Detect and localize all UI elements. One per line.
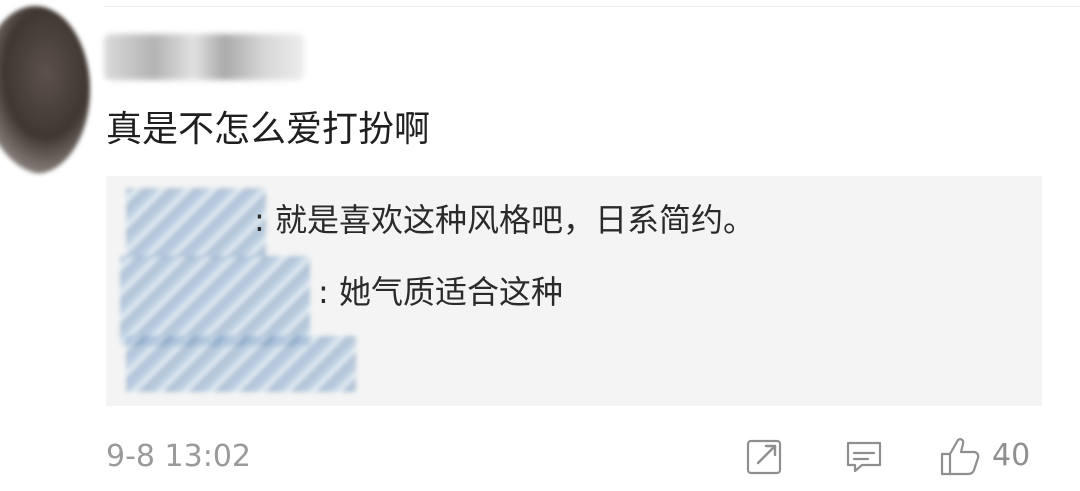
reply-text-1: : 就是喜欢这种风格吧，日系简约。 (254, 201, 755, 239)
timestamp: 9-8 13:02 (106, 439, 251, 474)
like-button[interactable]: 40 (936, 434, 1030, 478)
share-icon (746, 439, 782, 475)
reply-more-blurred (126, 336, 356, 392)
reply-author-blurred-1 (126, 188, 266, 258)
comment-icon (846, 441, 882, 473)
share-button[interactable] (744, 434, 786, 478)
top-divider (104, 6, 1080, 7)
avatar[interactable] (0, 6, 90, 174)
comment-text: 真是不怎么爱打扮啊 (106, 109, 431, 150)
reply-box[interactable]: : 就是喜欢这种风格吧，日系简约。 : 她气质适合这种 (106, 176, 1042, 406)
like-count: 40 (992, 438, 1031, 473)
reply-button[interactable] (842, 434, 886, 478)
reply-author-blurred-2 (120, 256, 310, 346)
thumbs-up-icon (940, 438, 980, 476)
username-blurred[interactable] (104, 34, 304, 80)
reply-text-2: : 她气质适合这种 (318, 273, 563, 311)
